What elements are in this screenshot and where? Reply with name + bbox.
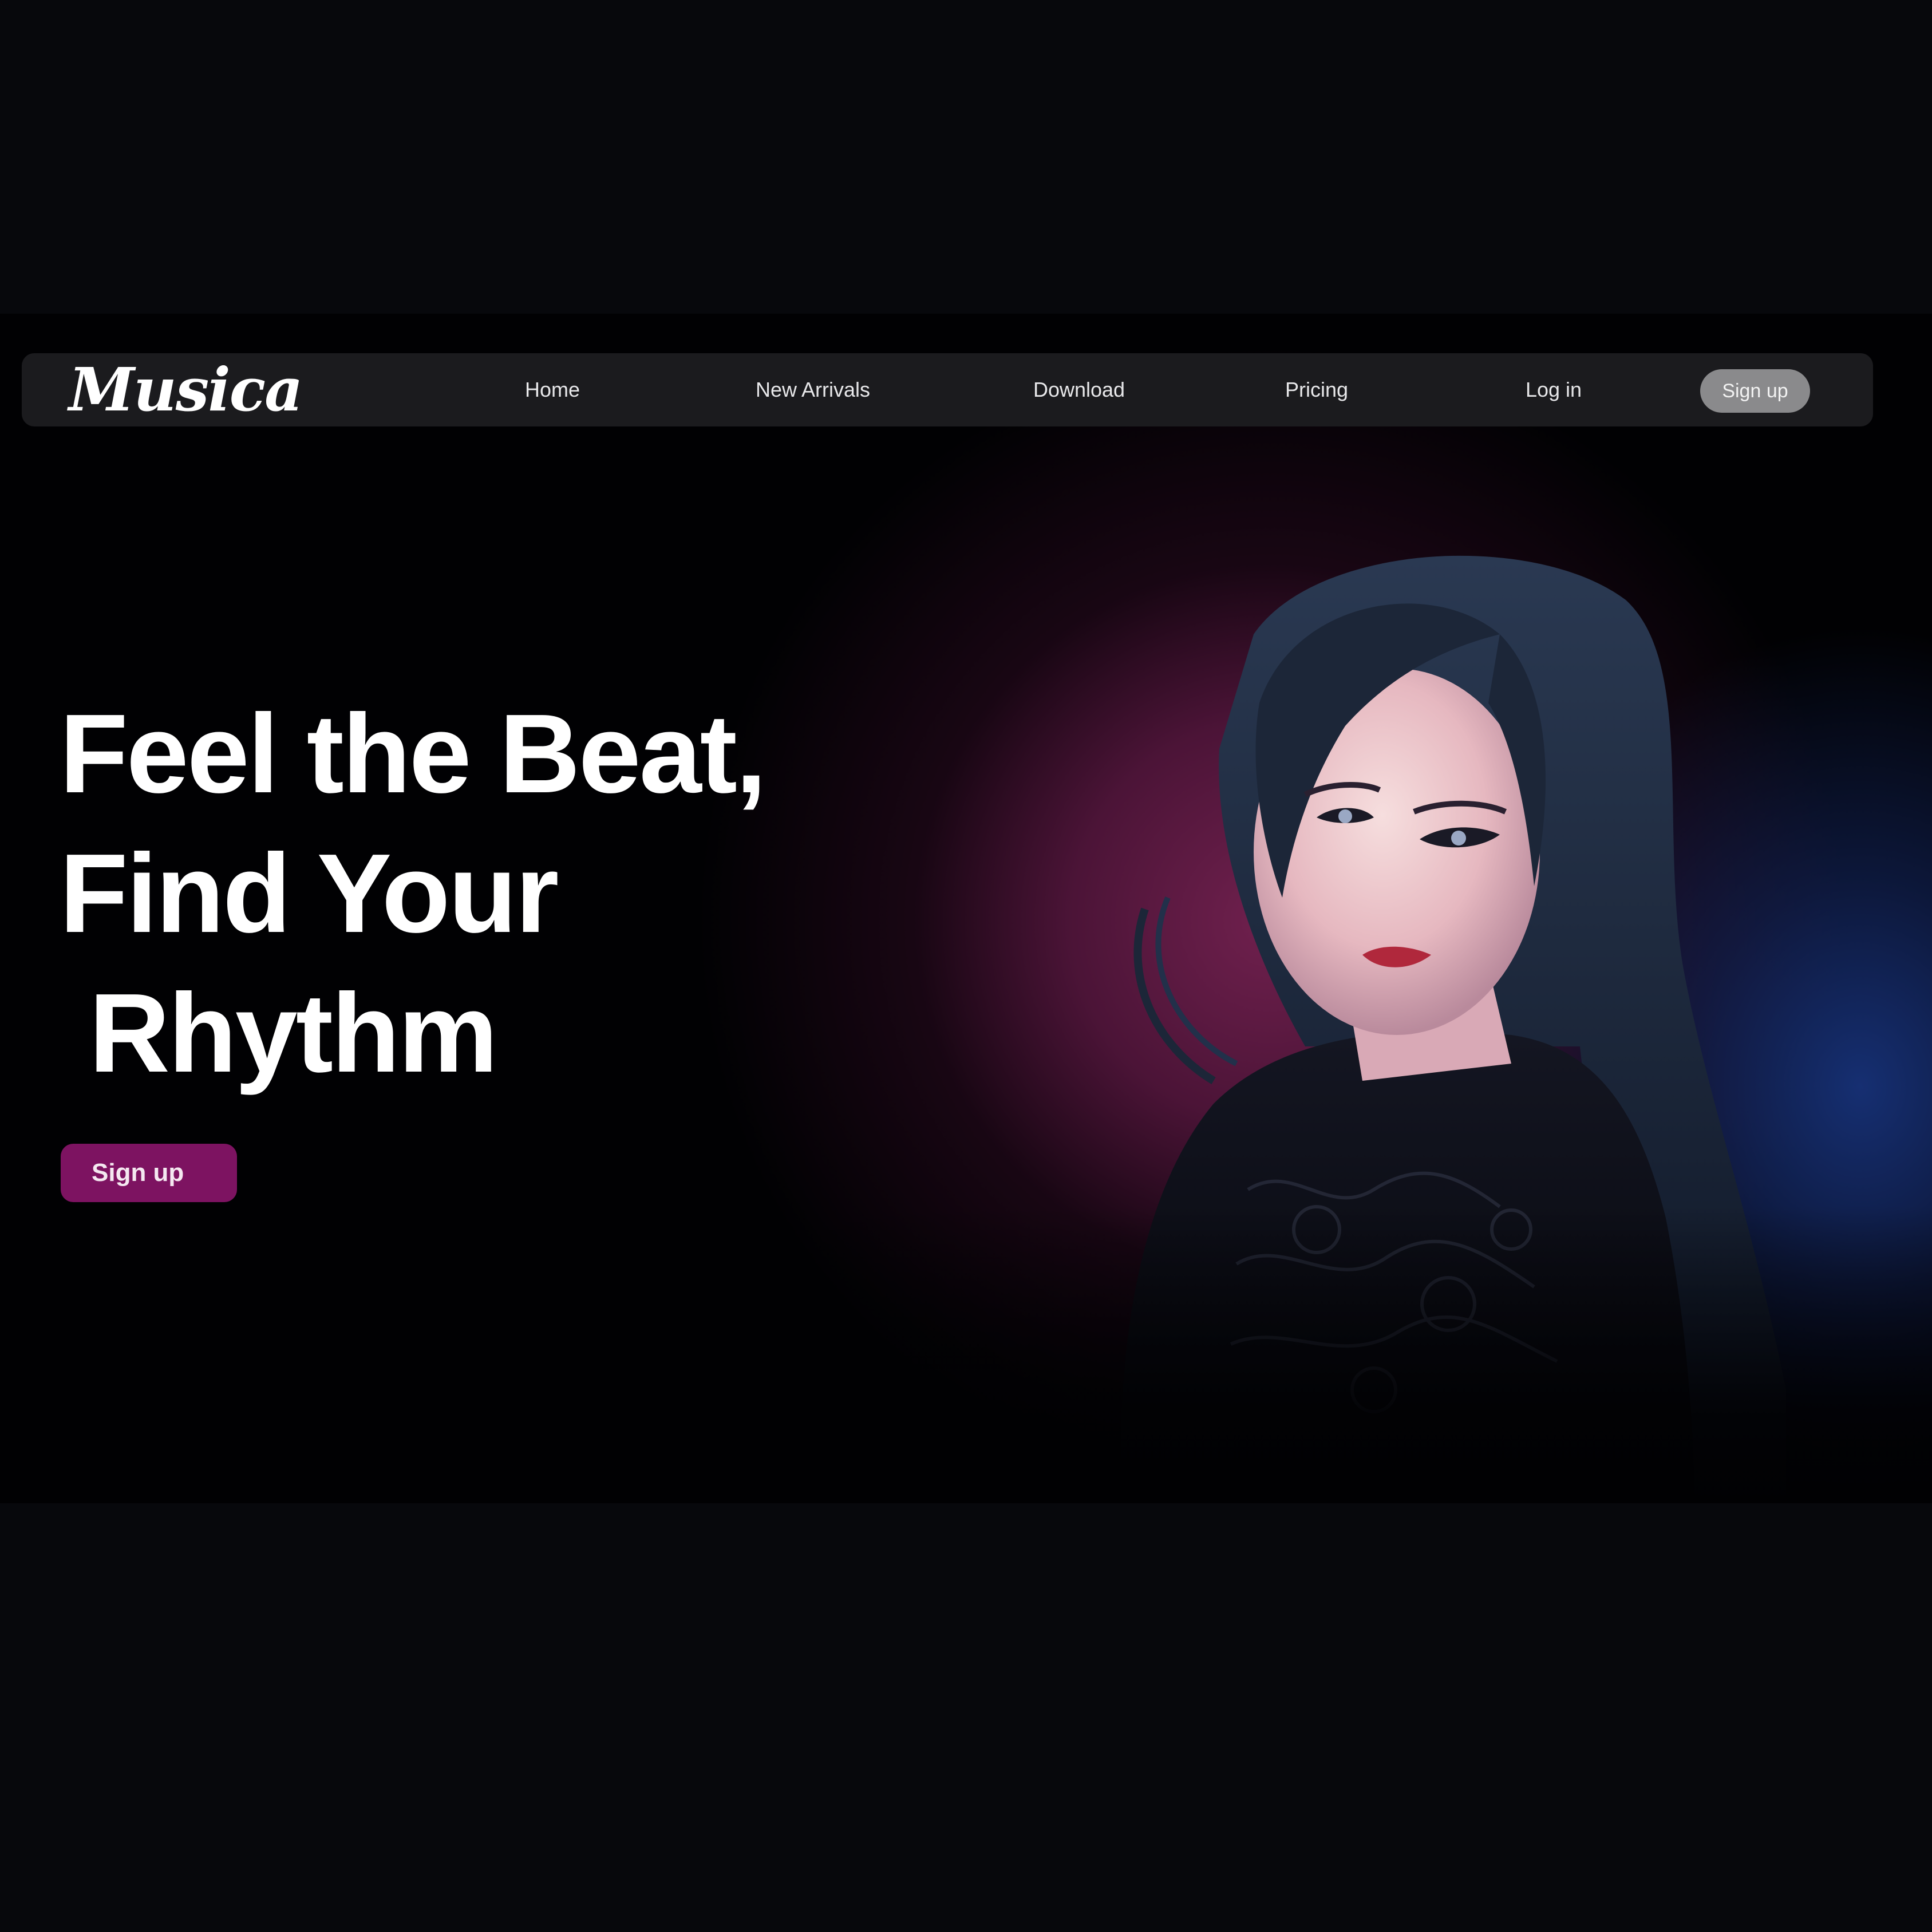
headline-line-1: Feel the Beat, (60, 691, 767, 816)
hero-signup-button[interactable]: Sign up (61, 1144, 237, 1202)
nav-login-link[interactable]: Log in (1526, 353, 1582, 426)
page: Musica Home New Arrivals Download Pricin… (0, 0, 1932, 1932)
musica-logo[interactable]: Musica (69, 353, 303, 426)
headline-line-3: Rhythm (60, 970, 498, 1096)
nav-pricing-link[interactable]: Pricing (1285, 353, 1348, 426)
hero-headline: Feel the Beat, Find Your Rhythm (60, 684, 767, 1103)
top-navbar: Musica Home New Arrivals Download Pricin… (22, 353, 1873, 426)
headline-line-2: Find Your (60, 831, 559, 956)
nav-signup-button[interactable]: Sign up (1700, 369, 1810, 413)
nav-download-link[interactable]: Download (1033, 353, 1125, 426)
nav-new-arrivals-link[interactable]: New Arrivals (756, 353, 870, 426)
nav-home-link[interactable]: Home (525, 353, 580, 426)
hero-bottom-fade (0, 1206, 1932, 1503)
